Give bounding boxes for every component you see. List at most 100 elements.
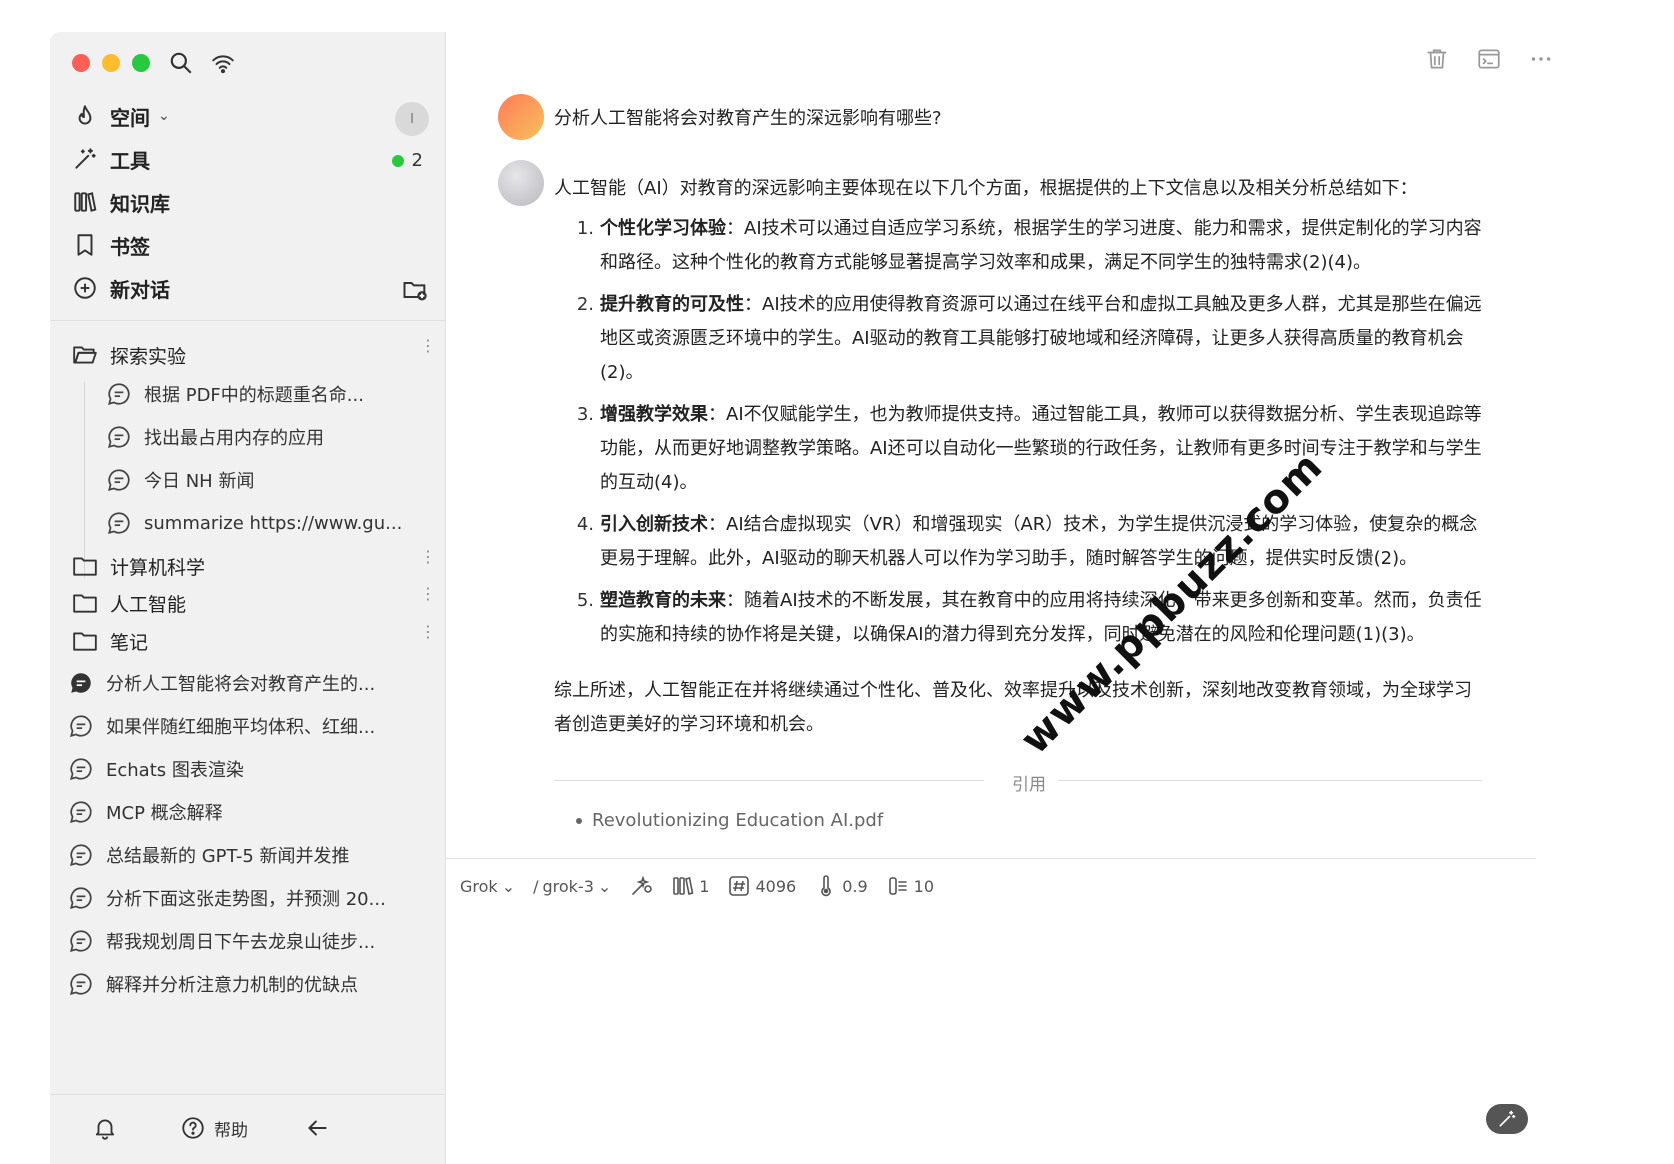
sidebar-item-label: 新对话: [110, 277, 170, 302]
context-count-value: 10: [913, 876, 934, 896]
item-text: ：AI不仅赋能学生，也为教师提供支持。通过智能工具，教师可以获得数据分析、学生表…: [600, 404, 1482, 493]
sidebar-item-new-chat[interactable]: 新对话: [72, 268, 428, 308]
generate-button[interactable]: [1486, 1104, 1528, 1134]
item-number: 5.: [576, 590, 594, 611]
reference-item[interactable]: Revolutionizing Education AI.pdf: [576, 810, 883, 831]
max-tokens-button[interactable]: 4096: [727, 874, 796, 898]
list-item[interactable]: 今日 NH 新闻: [106, 463, 254, 497]
library-icon: [673, 876, 694, 896]
sidebar-item-space[interactable]: 空间 ⌄: [72, 96, 428, 136]
answer-list: 1. 个性化学习体验：AI技术可以通过自适应学习系统，根据学生的学习进度、能力和…: [554, 212, 1484, 652]
list-item-active[interactable]: 分析人工智能将会对教育产生的...: [68, 666, 375, 700]
folder-item[interactable]: 笔记 ⋮: [72, 624, 436, 658]
chat-bubble-icon: [108, 383, 130, 405]
more-vertical-icon[interactable]: ⋮: [420, 624, 436, 640]
list-item[interactable]: 总结最新的 GPT-5 新闻并发推: [68, 838, 350, 872]
provider-label: Grok: [460, 876, 498, 896]
item-number: 4.: [576, 514, 594, 535]
sidebar: 空间 ⌄ I 工具 2 知识库 书签 新对话 探索实验 ⋮ 根据 PDF中的标题…: [50, 32, 446, 1164]
provider-select[interactable]: Grok ⌄: [460, 877, 515, 896]
folder-item[interactable]: 探索实验 ⋮: [72, 338, 436, 372]
sidebar-item-bookmarks[interactable]: 书签: [72, 225, 428, 265]
chat-bubble-icon: [70, 930, 92, 952]
folder-item[interactable]: 人工智能 ⋮: [72, 586, 436, 620]
chat-bubble-icon: [70, 973, 92, 995]
chat-title: 总结最新的 GPT-5 新闻并发推: [106, 846, 350, 867]
chevron-down-icon: ⌄: [597, 876, 612, 896]
plus-circle-icon: [74, 277, 96, 299]
avatar[interactable]: I: [395, 102, 429, 136]
tools-count: 2: [411, 150, 423, 171]
item-number: 2.: [576, 294, 594, 315]
model-select[interactable]: / grok-3 ⌄: [533, 877, 611, 896]
list-item[interactable]: 根据 PDF中的标题重名命...: [106, 377, 364, 411]
item-title: 引入创新技术: [600, 514, 708, 535]
sidebar-item-tools[interactable]: 工具: [72, 139, 428, 179]
list-item[interactable]: MCP 概念解释: [68, 795, 223, 829]
library-icon: [74, 192, 97, 212]
magic-sparkle-icon: [632, 875, 653, 895]
chat-title: 根据 PDF中的标题重名命...: [144, 385, 364, 406]
notifications-button[interactable]: [92, 1115, 118, 1141]
assistant-settings-button[interactable]: [629, 874, 653, 898]
help-button[interactable]: 帮助: [180, 1115, 248, 1141]
folder-label: 人工智能: [110, 593, 187, 616]
terminal-icon[interactable]: [1476, 46, 1502, 72]
list-item[interactable]: 找出最占用内存的应用: [106, 420, 324, 454]
knowledge-button[interactable]: 1: [671, 874, 709, 898]
folder-item[interactable]: 计算机科学 ⋮: [72, 549, 436, 583]
chat-bubble-icon: [108, 426, 130, 448]
zoom-window-button[interactable]: [132, 54, 150, 72]
chat-title: 帮我规划周日下午去龙泉山徒步...: [106, 932, 376, 953]
user-avatar: [498, 94, 544, 140]
context-count-button[interactable]: 10: [886, 874, 934, 898]
minimize-window-button[interactable]: [102, 54, 120, 72]
chat-title: 如果伴随红细胞平均体积、红细...: [106, 717, 376, 738]
item-title: 提升教育的可及性: [600, 294, 744, 315]
chat-bubble-icon: [70, 844, 92, 866]
thermometer-icon: [821, 875, 831, 897]
search-icon[interactable]: [168, 50, 194, 76]
temperature-button[interactable]: 0.9: [814, 874, 868, 898]
chevron-down-icon: ⌄: [501, 876, 516, 896]
context-list-icon: [888, 877, 907, 895]
more-horizontal-icon[interactable]: [1528, 46, 1554, 72]
list-item[interactable]: summarize https://www.gu...: [106, 506, 402, 540]
list-item[interactable]: 解释并分析注意力机制的优缺点: [68, 967, 358, 1001]
chat-bubble-icon: [70, 715, 92, 737]
trash-icon[interactable]: [1424, 46, 1450, 72]
sidebar-item-label: 书签: [110, 234, 150, 259]
item-number: 3.: [576, 404, 594, 425]
list-item[interactable]: 分析下面这张走势图，并预测 20...: [68, 881, 386, 915]
item-text: ：随着AI技术的不断发展，其在教育中的应用将持续深化，带来更多创新和变革。然而，…: [600, 590, 1482, 645]
list-item[interactable]: 帮我规划周日下午去龙泉山徒步...: [68, 924, 375, 958]
more-vertical-icon[interactable]: ⋮: [420, 338, 436, 354]
more-vertical-icon[interactable]: ⋮: [420, 586, 436, 602]
citation-label: 引用: [1012, 775, 1046, 795]
list-item[interactable]: 如果伴随红细胞平均体积、红细...: [68, 709, 375, 743]
list-item[interactable]: Echats 图表渲染: [68, 752, 244, 786]
chat-title: 分析人工智能将会对教育产生的...: [106, 674, 376, 695]
folder-label: 计算机科学: [110, 556, 206, 579]
model-label: grok-3: [542, 876, 594, 896]
collapse-sidebar-button[interactable]: [304, 1115, 330, 1141]
window-controls: [72, 54, 150, 72]
item-title: 增强教学效果: [600, 404, 708, 425]
app-window: 空间 ⌄ I 工具 2 知识库 书签 新对话 探索实验 ⋮ 根据 PDF中的标题…: [50, 32, 1624, 1164]
sidebar-footer: 帮助: [50, 1094, 446, 1164]
answer-intro: 人工智能（AI）对教育的深远影响主要体现在以下几个方面，根据提供的上下文信息以及…: [554, 178, 1418, 199]
model-separator: /: [533, 876, 539, 896]
answer-list-item: 5. 塑造教育的未来：随着AI技术的不断发展，其在教育中的应用将持续深化，带来更…: [572, 584, 1484, 652]
more-vertical-icon[interactable]: ⋮: [420, 549, 436, 565]
tools-status-badge: 2: [391, 150, 423, 171]
new-folder-icon[interactable]: [401, 276, 429, 304]
flame-icon: [78, 105, 92, 125]
chat-title: 解释并分析注意力机制的优缺点: [106, 975, 358, 996]
item-text: ：AI技术可以通过自适应学习系统，根据学生的学习进度、能力和需求，提供定制化的学…: [600, 218, 1482, 273]
sidebar-item-knowledge[interactable]: 知识库: [72, 182, 428, 222]
wifi-icon[interactable]: [210, 50, 236, 76]
close-window-button[interactable]: [72, 54, 90, 72]
user-message: 分析人工智能将会对教育产生的深远影响有哪些?: [554, 108, 942, 129]
max-tokens-value: 4096: [755, 876, 797, 896]
answer-list-item: 4. 引入创新技术：AI结合虚拟现实（VR）和增强现实（AR）技术，为学生提供沉…: [572, 508, 1484, 576]
